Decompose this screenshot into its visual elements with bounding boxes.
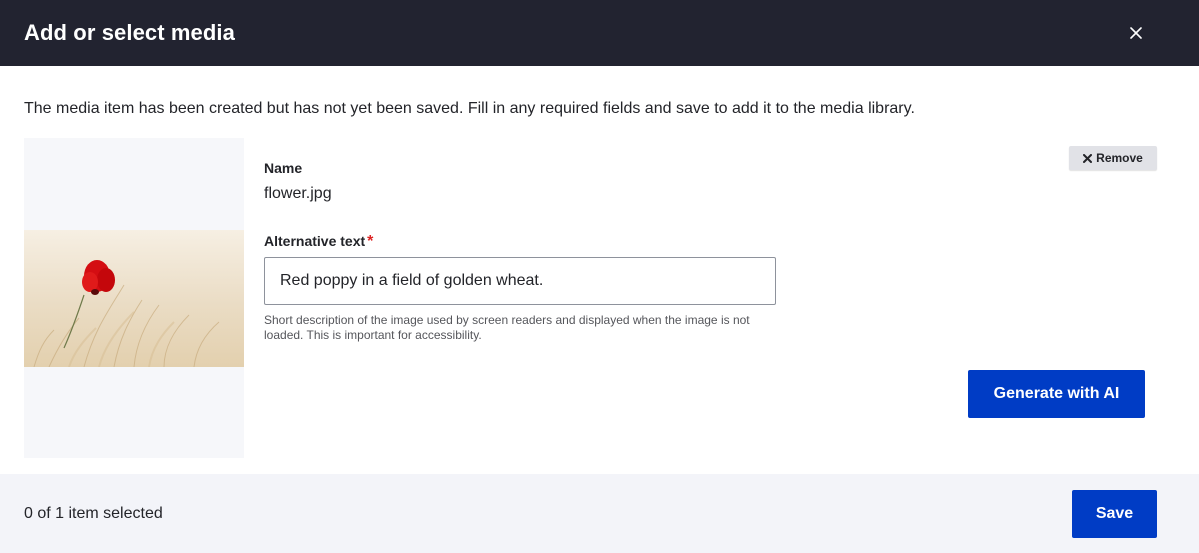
media-preview xyxy=(24,138,244,458)
image-thumbnail xyxy=(24,230,244,367)
save-button[interactable]: Save xyxy=(1072,490,1157,538)
dialog-footer: 0 of 1 item selected Save xyxy=(0,474,1199,553)
alt-text-input[interactable] xyxy=(264,257,776,305)
required-marker: * xyxy=(367,233,374,250)
remove-button-label: Remove xyxy=(1096,151,1143,165)
close-button[interactable] xyxy=(1119,16,1153,50)
dialog-header: Add or select media xyxy=(0,0,1199,66)
media-form: Name flower.jpg Alternative text* Short … xyxy=(264,160,776,343)
alt-text-label: Alternative text xyxy=(264,233,366,249)
name-label: Name xyxy=(264,160,303,176)
remove-button[interactable]: Remove xyxy=(1069,146,1157,170)
status-message: The media item has been created but has … xyxy=(24,100,915,117)
selection-count: 0 of 1 item selected xyxy=(24,505,163,522)
alt-text-help: Short description of the image used by s… xyxy=(264,313,750,342)
alt-text-label-row: Alternative text * xyxy=(264,233,776,251)
dialog-title: Add or select media xyxy=(24,20,235,45)
close-icon xyxy=(1130,27,1142,39)
file-name: flower.jpg xyxy=(264,185,332,202)
close-icon xyxy=(1083,153,1093,163)
generate-with-ai-button[interactable]: Generate with AI xyxy=(968,370,1145,418)
